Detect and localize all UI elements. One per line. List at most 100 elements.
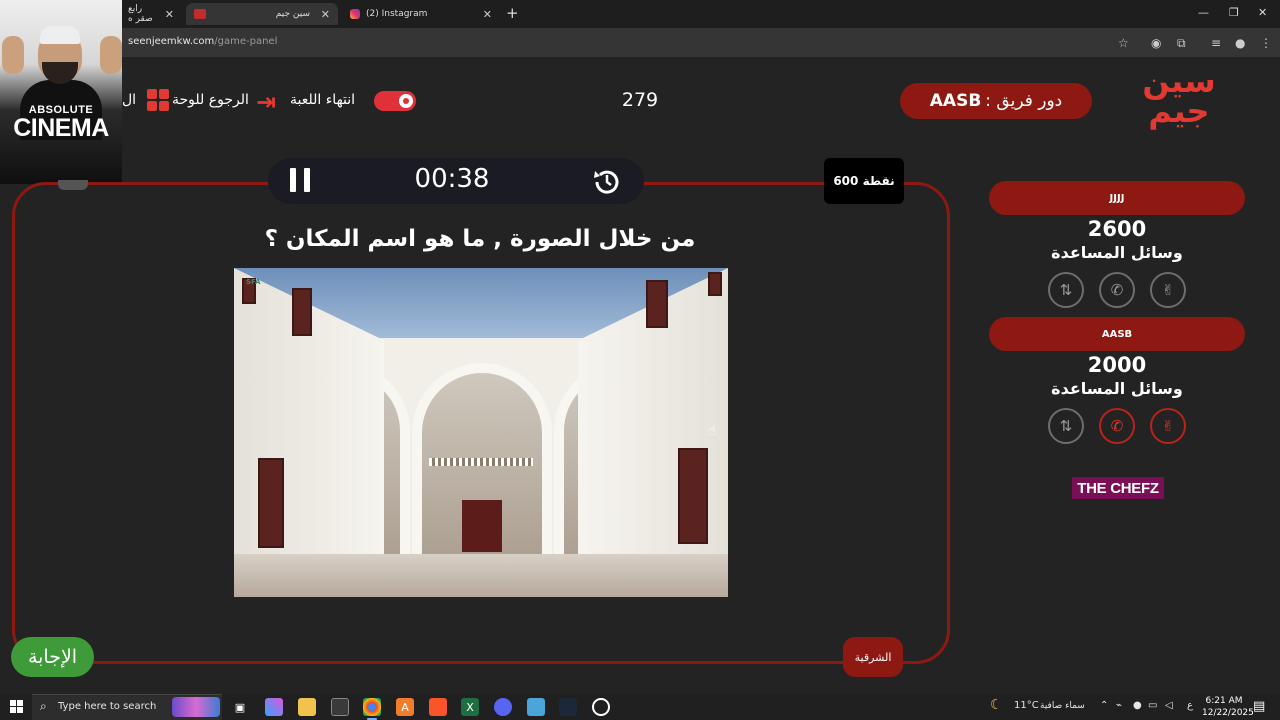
taskbar-search-placeholder: Type here to search [58,701,157,712]
profile-icon[interactable]: ● [1235,36,1245,50]
usb-icon[interactable]: ⌁ [1116,700,1122,711]
turn-prefix: دور فريق : [985,91,1063,111]
browser-tab[interactable]: (2) Instagram ✕ [342,3,500,25]
phone-icon[interactable]: ✆ [1099,408,1135,444]
two-answers-icon[interactable]: ✌ [1150,408,1186,444]
webcam-hand [2,36,24,74]
file-explorer-icon[interactable] [298,698,316,716]
discord-icon[interactable] [494,698,512,716]
close-tab-icon[interactable]: ✕ [483,8,492,21]
webcam-caption-line2: CINEMA [13,114,109,142]
tab-title: سين جيم [275,9,310,19]
pause-icon[interactable] [290,168,310,192]
address-bar: seenjeemkw.com/game-panel ☆ ◉ ⧉ ≡ ● ⋮ [0,28,1280,57]
notification-icon[interactable]: ▤ [1253,699,1265,714]
excel-icon[interactable]: X [461,698,479,716]
team-name-pill: AASB [989,317,1245,351]
search-highlight-image [172,697,220,717]
volume-icon[interactable]: ◁ [1165,700,1173,711]
photo-watermark: SFA [246,278,261,286]
extensions-icon[interactable]: ⧉ [1177,36,1186,51]
weather-description[interactable]: سماء صافية [1040,701,1085,711]
end-game-label[interactable]: انتهاء اللعبة [290,92,355,108]
team-aids-label: وسائل المساعدة [1051,379,1183,398]
photo-window [708,272,722,296]
restore-icon[interactable]: ❐ [1229,6,1239,19]
url-host: seenjeemkw.com [128,36,215,47]
photo-window [258,458,284,548]
clock[interactable]: 6:21 AM 12/22/2025 [1202,695,1254,719]
chevron-up-icon[interactable]: ⌃ [1100,700,1108,711]
clock-date: 12/22/2025 [1202,708,1254,718]
weather-moon-icon: ☾ [990,697,1003,713]
url-field[interactable]: seenjeemkw.com/game-panel [128,36,277,47]
points-badge: 600 نقطة [824,158,904,204]
browser-tab[interactable]: رابع صقر ه ✕ [120,3,182,25]
team-name-pill: JJJJ [989,181,1245,215]
app-icon[interactable] [527,698,545,716]
menu-icon[interactable]: ⋮ [1260,36,1272,50]
answer-button[interactable]: الإجابة [11,637,94,677]
photo-window [292,288,312,336]
reset-timer-icon[interactable] [592,166,622,196]
incognito-icon[interactable]: ◉ [1151,36,1161,50]
copilot-icon[interactable] [265,698,283,716]
favicon-icon [194,9,206,19]
board-grid-icon[interactable] [147,89,169,111]
site-logo[interactable]: سين جيم [1140,65,1218,136]
language-indicator[interactable]: ع [1187,700,1193,711]
question-photo: SFA [234,268,728,597]
swap-icon[interactable]: ⇅ [1048,408,1084,444]
toggle-knob-icon [399,94,413,108]
media-icon[interactable]: ≡ [1211,36,1221,50]
windows-start-icon[interactable] [10,700,23,713]
microphone-icon[interactable]: ● [1133,700,1142,711]
taskbar: ⌕ Type here to search ▣ A X ☾ 11°C سماء … [0,694,1280,720]
webcam-person-cap [40,26,80,44]
close-window-icon[interactable]: ✕ [1258,6,1267,19]
photo-balcony [429,458,533,466]
truncated-nav-label[interactable]: ال [122,92,136,108]
photo-door [462,500,502,552]
app-icon[interactable] [592,698,610,716]
browser-tab-active[interactable]: سين جيم ✕ [186,3,338,25]
task-view-icon[interactable]: ▣ [231,698,249,716]
question-text: من خلال الصورة , ما هو اسم المكان ؟ [264,226,696,252]
close-tab-icon[interactable]: ✕ [321,8,330,21]
swap-icon[interactable]: ⇅ [1048,272,1084,308]
back-to-board-label[interactable]: الرجوع للوحة [172,92,249,108]
two-answers-icon[interactable]: ✌ [1150,272,1186,308]
webcam-overlay: ABSOLUTE CINEMA [0,0,122,184]
store-icon[interactable] [331,698,349,716]
bookmark-star-icon[interactable]: ☆ [1118,36,1129,50]
back-arrow-icon[interactable]: ⇥ [256,88,276,116]
timer-display: 00:38 [414,164,490,194]
webcam-hand [100,36,122,74]
minimize-icon[interactable]: — [1198,6,1209,19]
turn-team-name: AASB [929,91,982,111]
end-game-toggle[interactable] [374,91,416,111]
new-tab-button[interactable]: + [506,4,519,22]
team-aids-label: وسائل المساعدة [1051,243,1183,262]
network-icon[interactable]: ▭ [1148,700,1157,711]
steam-icon[interactable] [559,698,577,716]
frame-handle [58,180,88,190]
category-badge: الشرقية [843,637,903,677]
temperature[interactable]: 11°C [1014,700,1039,711]
sponsor-logo: THE CHEFZ [1072,477,1164,499]
chrome-icon[interactable] [363,698,381,720]
team-score: 2000 [1087,353,1147,377]
photo-window [678,448,708,544]
brave-icon[interactable] [429,698,447,716]
photo-floor [234,554,728,597]
close-tab-icon[interactable]: ✕ [165,8,174,21]
mouse-cursor-icon: ☝ [708,423,717,439]
app-icon[interactable]: A [396,698,414,716]
clock-time: 6:21 AM [1205,696,1243,706]
photo-window [646,280,668,328]
team-score: 2600 [1087,217,1147,241]
instagram-icon [350,9,360,19]
tab-title: رابع صقر ه [128,4,153,24]
phone-icon[interactable]: ✆ [1099,272,1135,308]
url-path: /game-panel [214,36,278,47]
